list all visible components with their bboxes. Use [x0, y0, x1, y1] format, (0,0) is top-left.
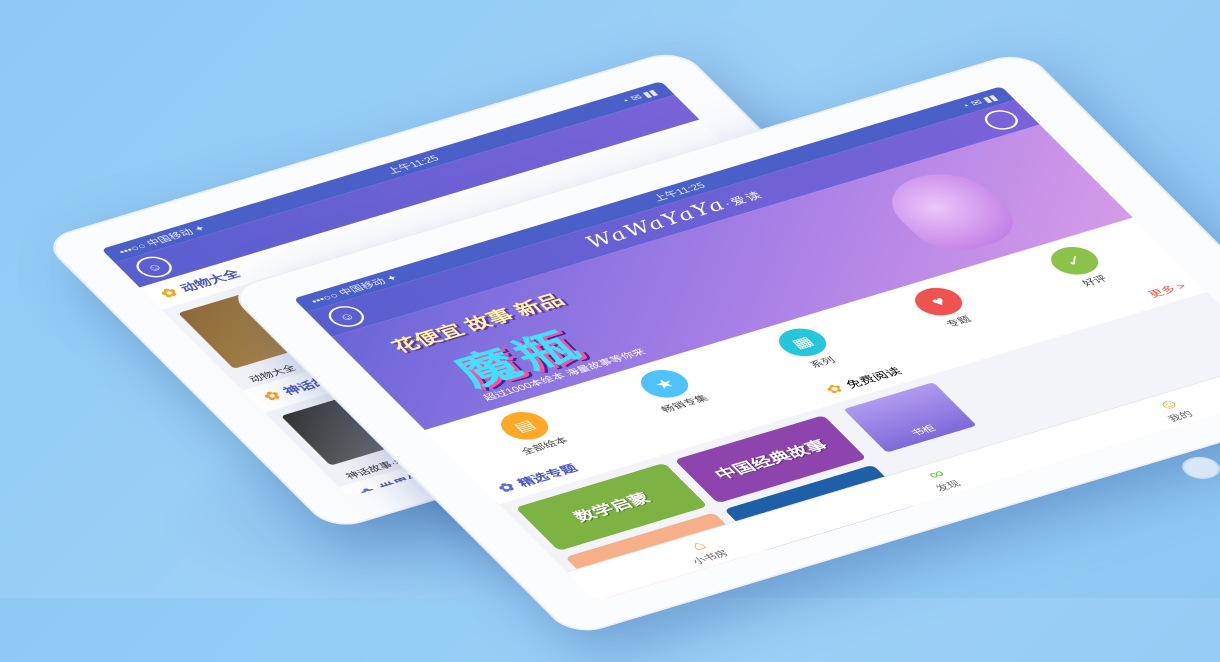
- flower-icon: ✿: [260, 389, 285, 404]
- flower-icon: ✿: [357, 485, 382, 498]
- quick-nav-item[interactable]: ★ 畅销专集: [630, 365, 711, 415]
- flower-icon: ✿: [157, 286, 182, 301]
- flower-icon: ✿: [495, 480, 519, 496]
- more-link[interactable]: 更多 >: [1144, 279, 1189, 300]
- quick-nav-item[interactable]: ▤ 全部绘本: [490, 407, 571, 457]
- tab-label: 小书房: [690, 548, 731, 567]
- home-button[interactable]: [1175, 453, 1220, 483]
- quick-nav-label: 好评: [1080, 274, 1110, 289]
- free-bookshelf-label: 书柜: [908, 423, 939, 439]
- back-profile-icon[interactable]: ☺: [129, 253, 179, 281]
- tab-item[interactable]: ∞ 发现: [919, 464, 964, 494]
- quick-nav-label: 专题: [944, 315, 974, 330]
- magic-bottle-icon: [872, 163, 1031, 260]
- tab-item[interactable]: ⌂ 小书房: [675, 534, 731, 567]
- quick-nav-item[interactable]: ▦ 系列: [770, 324, 847, 373]
- scene: •••○○ 中国移动 ✦ 上午11:25 ◔ ✉ ▮▮ ☺ ✿ 动物大全 动物大…: [0, 0, 1220, 659]
- flower-icon: ✿: [823, 382, 847, 397]
- tab-item[interactable]: ☺ 我的: [1151, 395, 1196, 425]
- brand-suffix: ·爱读: [721, 189, 767, 210]
- quick-nav-item[interactable]: ✓ 好评: [1042, 242, 1119, 291]
- quick-nav-item[interactable]: ♥ 专题: [906, 283, 983, 332]
- quick-nav-label: 系列: [808, 355, 838, 370]
